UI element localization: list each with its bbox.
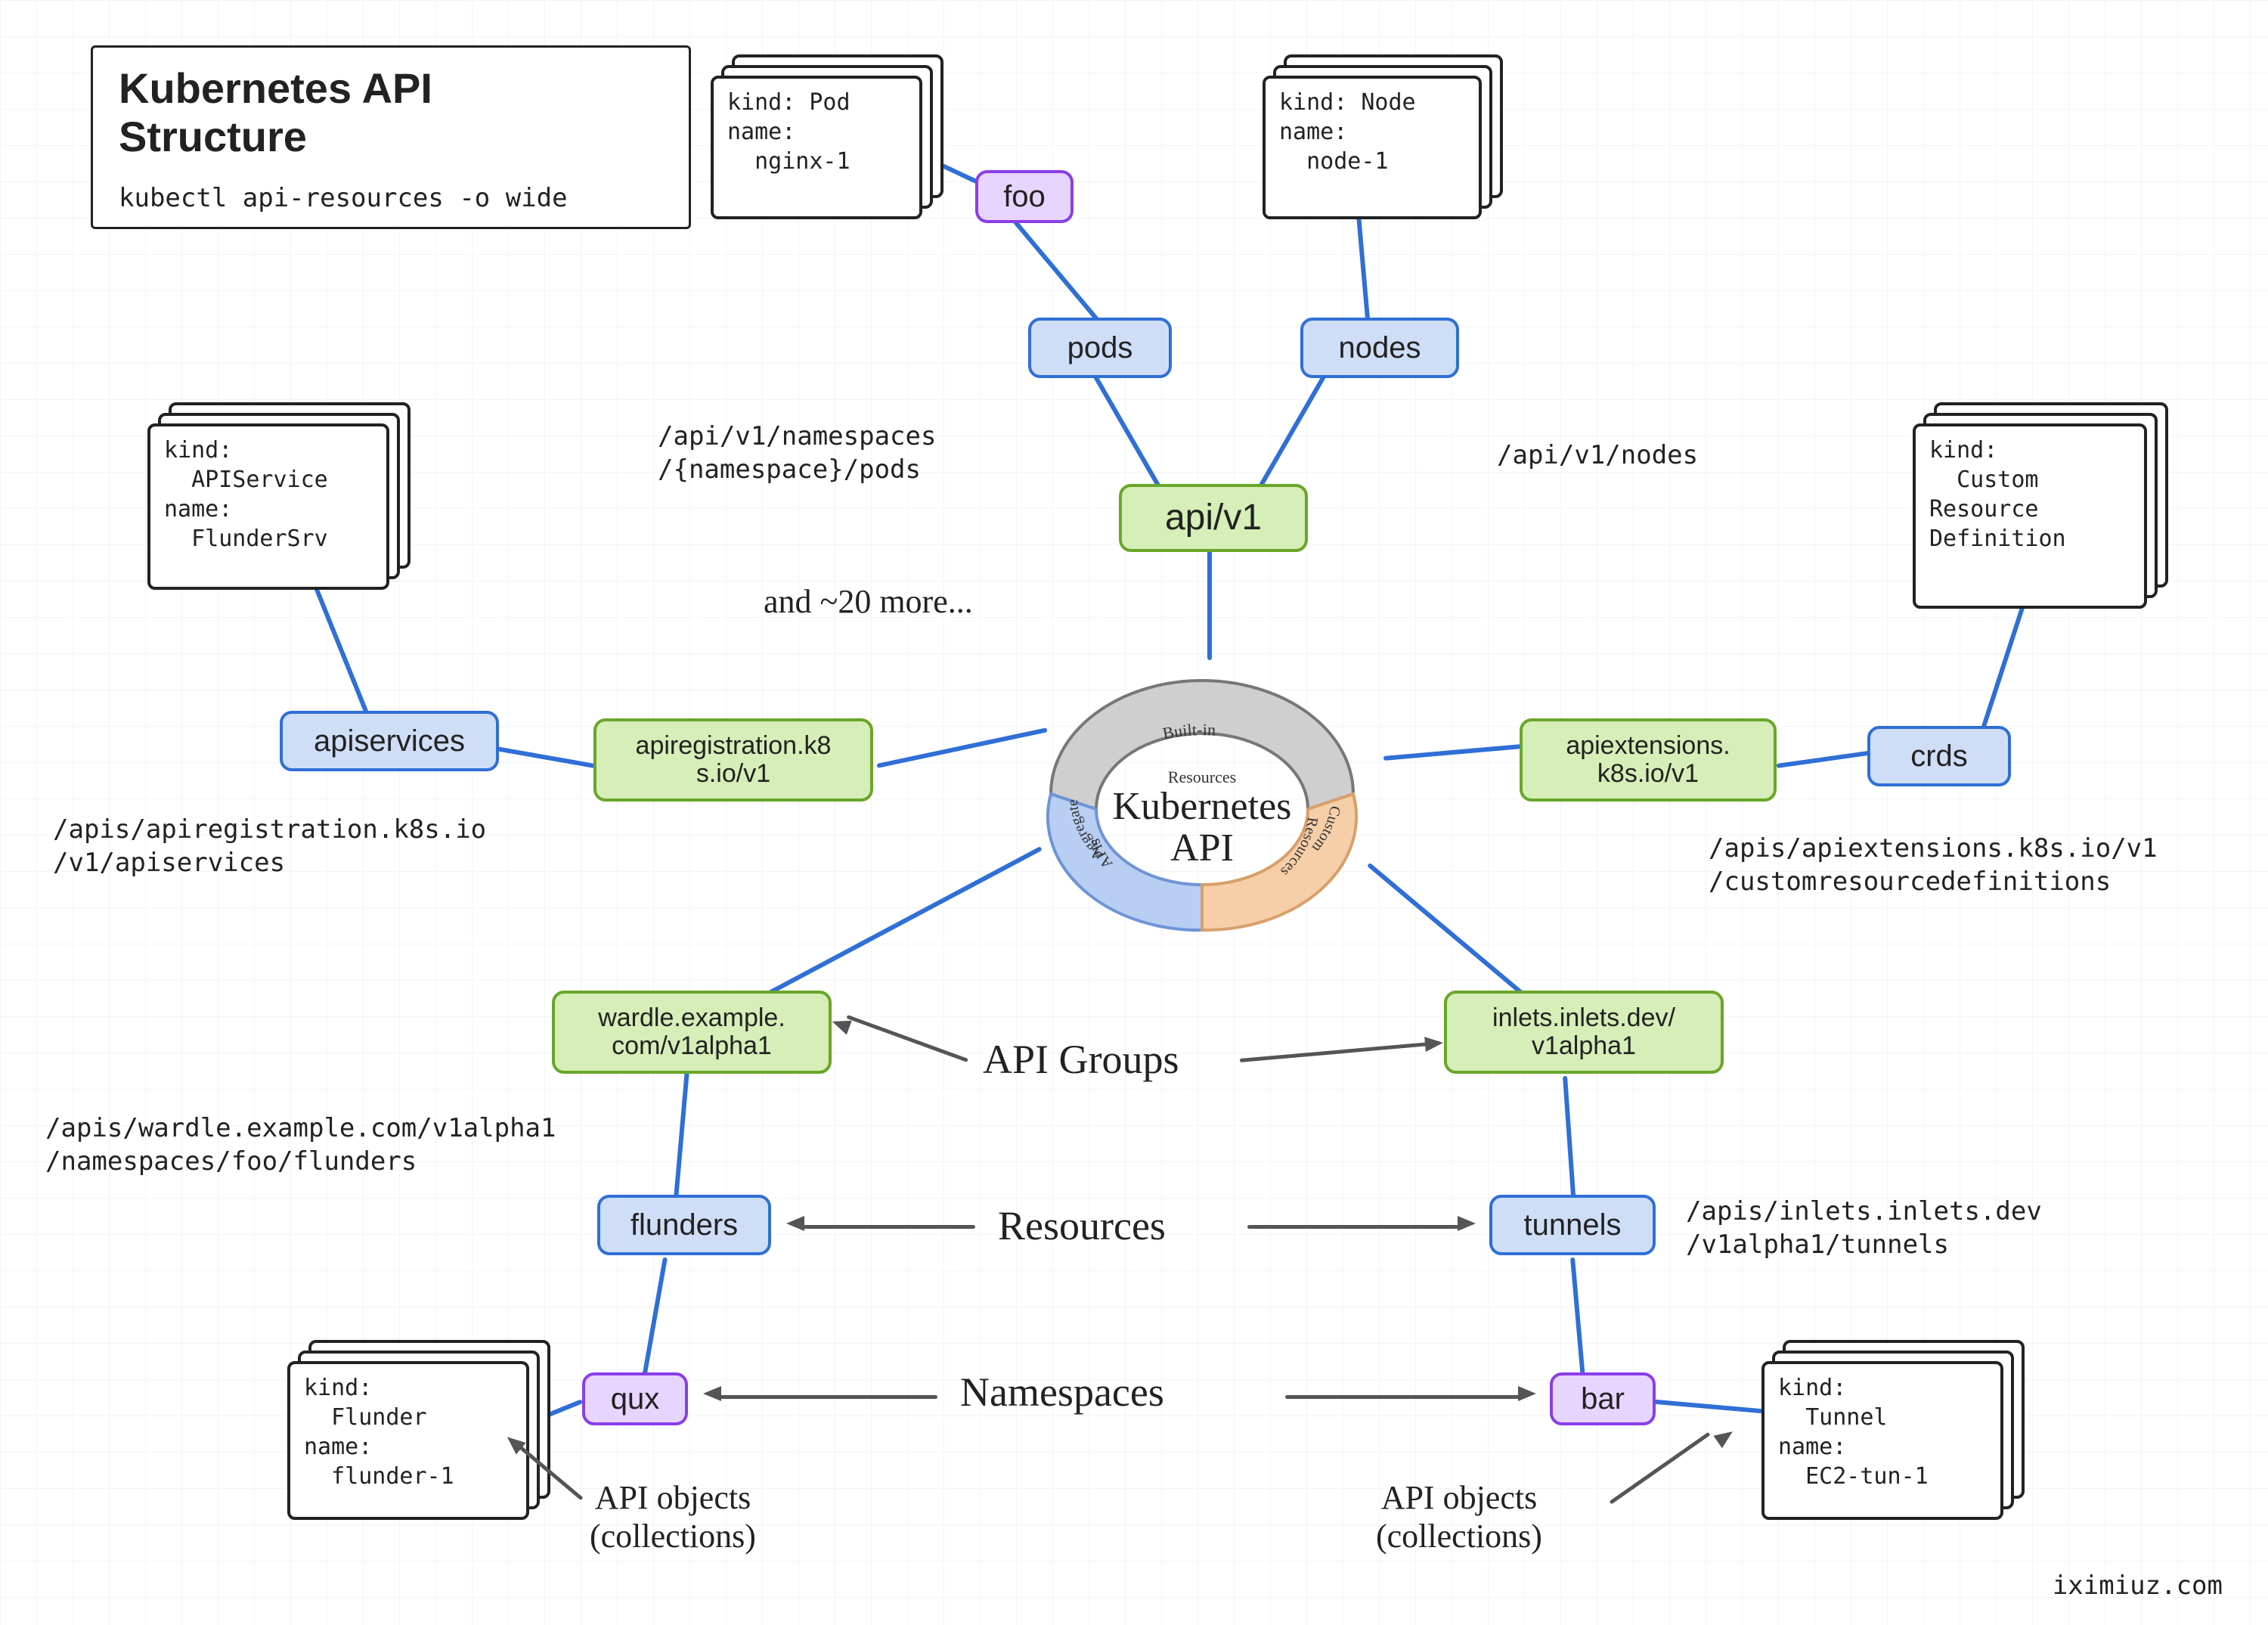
object-node-text: kind: Node name: node-1: [1279, 88, 1465, 176]
object-flunder-text: kind: Flunder name: flunder-1: [304, 1373, 513, 1491]
group-apiregistration-label: apiregistration.k8 s.io/v1: [636, 732, 832, 789]
arrow: [846, 1015, 968, 1062]
object-apiservice-name: FlunderSrv: [191, 526, 328, 552]
object-apiservice-text: kind: APIService name: FlunderSrv: [164, 436, 373, 554]
arrow: [718, 1395, 937, 1399]
edge: [740, 846, 1043, 1010]
object-node-kind: Node: [1361, 89, 1415, 116]
resource-nodes-label: nodes: [1339, 331, 1421, 364]
namespace-qux: qux: [582, 1372, 688, 1425]
resource-flunders: flunders: [597, 1195, 771, 1255]
path-nodes: /api/v1/nodes: [1497, 439, 1698, 472]
arrow-head: [1713, 1425, 1737, 1448]
object-pod-text: kind: Pod name: nginx-1: [727, 88, 906, 176]
arrow-head: [1424, 1035, 1444, 1052]
object-apiservice-kind: APIService: [191, 467, 328, 493]
group-core-label: api/v1: [1165, 498, 1262, 538]
arrow-head: [1518, 1386, 1536, 1401]
legend-api-groups: API Groups: [983, 1036, 1179, 1083]
resource-nodes: nodes: [1300, 318, 1459, 378]
path-tunnels: /apis/inlets.inlets.dev /v1alpha1/tunnel…: [1686, 1195, 2042, 1261]
object-flunder-kind: Flunder: [331, 1404, 426, 1431]
object-tunnel-kind: Tunnel: [1805, 1404, 1887, 1431]
group-core: api/v1: [1119, 484, 1308, 552]
arrow: [1240, 1042, 1428, 1062]
object-flunder-name: flunder-1: [331, 1463, 454, 1490]
resource-flunders-label: flunders: [631, 1208, 738, 1242]
object-crd-kind: Custom Resource Definition: [1929, 467, 2066, 552]
edge: [1383, 743, 1535, 761]
path-flunders: /apis/wardle.example.com/v1alpha1 /names…: [45, 1112, 556, 1178]
credit: iximiuz.com: [2053, 1569, 2223, 1602]
arrow: [1285, 1395, 1520, 1399]
namespace-bar-label: bar: [1581, 1382, 1625, 1416]
resource-tunnels: tunnels: [1489, 1195, 1656, 1255]
object-pod-name: nginx-1: [754, 148, 850, 175]
group-inlets: inlets.inlets.dev/ v1alpha1: [1444, 991, 1724, 1074]
group-wardle: wardle.example. com/v1alpha1: [552, 991, 832, 1074]
arrow: [801, 1225, 975, 1229]
ring-seg-builtin-l2b: Resources: [1168, 768, 1236, 786]
svg-text:Built-in: Built-in: [1161, 720, 1216, 743]
path-pods: /api/v1/namespaces /{namespace}/pods: [658, 420, 936, 486]
resource-tunnels-label: tunnels: [1524, 1208, 1622, 1242]
edge: [487, 745, 600, 769]
arrow-head: [1458, 1216, 1476, 1231]
resource-crds: crds: [1867, 726, 2011, 786]
page-title: Kubernetes API Structure: [119, 64, 663, 162]
namespace-foo: foo: [975, 170, 1074, 223]
ring-seg-builtin-l1: Built-in: [1161, 720, 1216, 743]
object-tunnel-name: EC2-tun-1: [1805, 1463, 1929, 1490]
object-tunnel-text: kind: Tunnel name: EC2-tun-1: [1778, 1373, 1987, 1491]
group-wardle-label: wardle.example. com/v1alpha1: [598, 1004, 785, 1061]
arrow-head: [703, 1386, 721, 1401]
api-ring: Built-in Resources Aggregated APIs Custo…: [1005, 658, 1399, 975]
legend-api-objects-left: API objects (collections): [590, 1478, 756, 1555]
resource-apiservices-label: apiservices: [314, 724, 465, 758]
resource-pods: pods: [1028, 318, 1172, 378]
ring-center-label: Kubernetes API: [1005, 786, 1399, 869]
namespace-bar: bar: [1550, 1372, 1656, 1425]
resource-pods-label: pods: [1067, 331, 1133, 364]
group-apiextensions-label: apiextensions. k8s.io/v1: [1566, 732, 1730, 789]
legend-namespaces: Namespaces: [960, 1369, 1164, 1416]
namespace-foo-label: foo: [1003, 180, 1046, 213]
arrow-head: [786, 1216, 804, 1231]
arrow: [1247, 1225, 1459, 1229]
path-crds: /apis/apiextensions.k8s.io/v1 /customres…: [1709, 832, 2158, 898]
object-crd-text: kind: Custom Resource Definition: [1929, 436, 2130, 554]
group-apiextensions: apiextensions. k8s.io/v1: [1520, 718, 1777, 802]
object-pod-kind: Pod: [809, 89, 850, 116]
legend-resources: Resources: [998, 1202, 1166, 1249]
misc-and-more: and ~20 more...: [764, 582, 973, 621]
resource-crds-label: crds: [1910, 740, 1968, 773]
title-card: Kubernetes API Structure kubectl api-res…: [91, 45, 691, 229]
title-command: kubectl api-resources -o wide: [119, 183, 663, 213]
arrow: [1610, 1432, 1711, 1505]
namespace-qux-label: qux: [611, 1382, 660, 1416]
path-apiservices: /apis/apiregistration.k8s.io /v1/apiserv…: [53, 813, 486, 879]
object-node-name: node-1: [1306, 148, 1388, 175]
resource-apiservices: apiservices: [280, 711, 499, 771]
group-inlets-label: inlets.inlets.dev/ v1alpha1: [1492, 1004, 1675, 1061]
legend-api-objects-right: API objects (collections): [1376, 1478, 1542, 1555]
group-apiregistration: apiregistration.k8 s.io/v1: [593, 718, 873, 802]
edge: [1777, 750, 1875, 768]
